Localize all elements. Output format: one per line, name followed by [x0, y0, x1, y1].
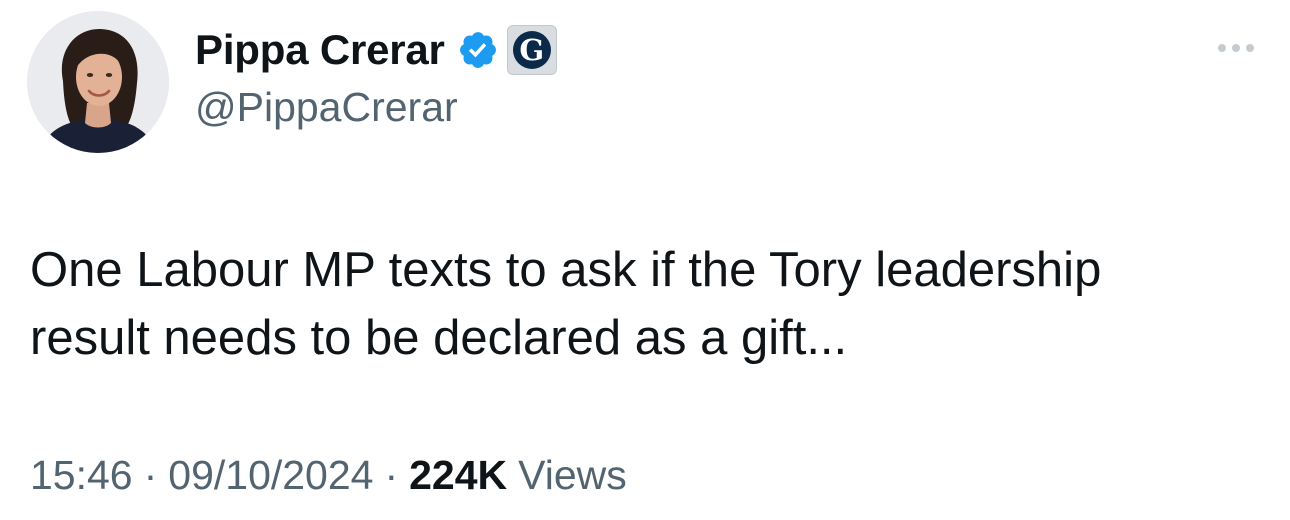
views-count[interactable]: 224K: [409, 452, 507, 499]
affiliate-logo-letter: G: [519, 33, 545, 67]
meta-separator: ·: [143, 452, 158, 498]
tweet-text: One Labour MP texts to ask if the Tory l…: [30, 243, 1102, 365]
more-dot: [1246, 44, 1254, 52]
more-dot: [1232, 44, 1240, 52]
tweet-time[interactable]: 15:46: [30, 452, 133, 499]
tweet-card: Pippa Crerar G @PippaCrerar One Labour M…: [0, 0, 1290, 520]
author-name-row: Pippa Crerar G: [195, 24, 557, 76]
more-dot: [1218, 44, 1226, 52]
guardian-logo-icon[interactable]: G: [506, 25, 557, 75]
author-info: Pippa Crerar G @PippaCrerar: [195, 24, 557, 131]
views-label: Views: [518, 452, 627, 498]
author-display-name[interactable]: Pippa Crerar: [195, 26, 445, 74]
author-avatar[interactable]: [27, 11, 169, 153]
tweet-date[interactable]: 09/10/2024: [168, 452, 373, 499]
verified-checkmark-icon[interactable]: [457, 29, 499, 71]
meta-separator: ·: [384, 452, 399, 498]
author-handle[interactable]: @PippaCrerar: [195, 84, 557, 131]
tweet-meta: 15:46 · 09/10/2024 · 224K Views: [30, 452, 627, 499]
more-options-icon[interactable]: [1208, 28, 1264, 68]
affiliate-logo-circle: G: [512, 31, 551, 69]
person-photo-icon: [27, 11, 169, 153]
